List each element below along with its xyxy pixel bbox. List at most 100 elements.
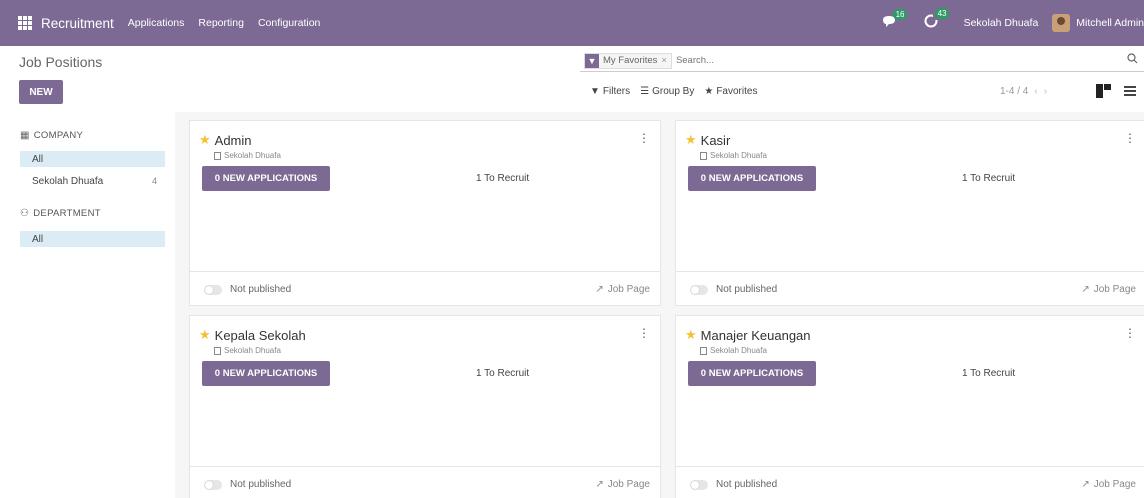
card-footer: Not published ↗ Job Page [676, 271, 1144, 307]
avatar[interactable] [1052, 14, 1071, 32]
job-card[interactable]: ★ Manajer Keuangan ⋮ Sekolah Dhuafa 0 NE… [675, 315, 1144, 498]
job-company-text: Sekolah Dhuafa [224, 151, 281, 160]
facet-close-icon[interactable]: × [661, 55, 671, 66]
facet-label: My Favorites [603, 55, 658, 66]
favorite-star-icon[interactable]: ★ [685, 327, 697, 343]
list-view-icon[interactable] [1124, 86, 1136, 97]
menu-configuration[interactable]: Configuration [258, 17, 320, 29]
job-title-text: Kepala Sekolah [214, 327, 306, 343]
favorite-star-icon[interactable]: ★ [685, 132, 697, 148]
job-page-link[interactable]: ↗ Job Page [595, 284, 650, 295]
pager-prev-icon[interactable]: ‹ [1034, 86, 1037, 97]
publish-toggle[interactable] [690, 284, 708, 295]
to-recruit-link[interactable]: 1 To Recruit [476, 173, 529, 184]
department-item-all[interactable]: All [20, 231, 165, 247]
job-page-label: Job Page [1093, 479, 1136, 490]
publish-toggle[interactable] [204, 479, 222, 490]
new-applications-button[interactable]: 0 NEW APPLICATIONS [688, 361, 816, 386]
card-footer: Not published ↗ Job Page [676, 466, 1144, 498]
company-item-all[interactable]: All [20, 151, 165, 167]
kanban-view-icon[interactable] [1096, 84, 1112, 98]
card-menu-icon[interactable]: ⋮ [638, 131, 650, 145]
users-icon: ⚇ [20, 208, 30, 219]
favorites-button[interactable]: ★ Favorites [704, 86, 757, 97]
new-applications-button[interactable]: 0 NEW APPLICATIONS [202, 166, 330, 191]
job-company: Sekolah Dhuafa [700, 151, 767, 160]
user-menu[interactable]: Mitchell Admin [1076, 17, 1144, 29]
card-menu-icon[interactable]: ⋮ [1124, 326, 1136, 340]
company-switcher[interactable]: Sekolah Dhuafa [964, 17, 1039, 29]
company-header: ▦ COMPANY [20, 130, 83, 141]
department-item-label: All [32, 233, 44, 245]
building-icon [214, 346, 221, 355]
menu-reporting[interactable]: Reporting [198, 17, 244, 29]
company-item-sekolah-dhuafa[interactable]: Sekolah Dhuafa 4 [20, 173, 165, 189]
company-header-label: COMPANY [33, 130, 84, 141]
job-company-text: Sekolah Dhuafa [710, 151, 767, 160]
pager: 1-4 / 4 ‹ › [1000, 86, 1047, 97]
job-title[interactable]: ★ Manajer Keuangan [685, 327, 811, 343]
job-card[interactable]: ★ Kasir ⋮ Sekolah Dhuafa 0 NEW APPLICATI… [675, 120, 1144, 306]
job-company-text: Sekolah Dhuafa [710, 346, 767, 355]
new-applications-button[interactable]: 0 NEW APPLICATIONS [688, 166, 816, 191]
publish-status: Not published [716, 284, 778, 295]
job-card[interactable]: ★ Kepala Sekolah ⋮ Sekolah Dhuafa 0 NEW … [189, 315, 661, 498]
search-facet: ▼ My Favorites × [584, 52, 672, 69]
job-title[interactable]: ★ Kasir [685, 132, 730, 148]
favorite-star-icon[interactable]: ★ [199, 327, 211, 343]
layers-icon: ☰ [640, 86, 650, 97]
favorite-star-icon[interactable]: ★ [199, 132, 211, 148]
search-bar: ▼ My Favorites × [580, 50, 1144, 72]
job-title-text: Admin [214, 132, 252, 148]
new-button[interactable]: NEW [19, 80, 63, 104]
to-recruit-link[interactable]: 1 To Recruit [962, 173, 1015, 184]
job-title-text: Manajer Keuangan [700, 327, 811, 343]
card-footer: Not published ↗ Job Page [190, 271, 660, 307]
groupby-label: Group By [652, 86, 695, 97]
favorites-label: Favorites [716, 86, 758, 97]
publish-status: Not published [230, 479, 292, 490]
job-title-text: Kasir [700, 132, 731, 148]
job-title[interactable]: ★ Admin [199, 132, 252, 148]
job-page-link[interactable]: ↗ Job Page [595, 479, 650, 490]
new-applications-button[interactable]: 0 NEW APPLICATIONS [202, 361, 330, 386]
publish-toggle[interactable] [690, 479, 708, 490]
to-recruit-link[interactable]: 1 To Recruit [962, 368, 1015, 379]
activities-badge: 43 [934, 8, 950, 19]
job-card[interactable]: ★ Admin ⋮ Sekolah Dhuafa 0 NEW APPLICATI… [189, 120, 661, 306]
pager-next-icon[interactable]: › [1044, 86, 1047, 97]
groupby-button[interactable]: ☰ Group By [640, 86, 694, 97]
apps-grid-icon[interactable] [18, 16, 32, 30]
card-menu-icon[interactable]: ⋮ [1124, 131, 1136, 145]
search-input[interactable] [675, 55, 1096, 66]
job-company: Sekolah Dhuafa [214, 151, 281, 160]
external-link-icon: ↗ [595, 479, 604, 490]
search-options: ▼ Filters ☰ Group By ★ Favorites [590, 86, 767, 97]
search-panel: ▦ COMPANY All Sekolah Dhuafa 4 ⚇ DEPARTM… [0, 112, 175, 498]
job-page-link[interactable]: ↗ Job Page [1081, 479, 1136, 490]
filters-label: Filters [602, 86, 631, 97]
funnel-icon: ▼ [590, 86, 600, 97]
job-page-label: Job Page [607, 479, 650, 490]
app-name[interactable]: Recruitment [41, 16, 114, 31]
filters-button[interactable]: ▼ Filters [590, 86, 630, 97]
activities-icon[interactable]: 43 [924, 8, 950, 32]
kanban-view: ★ Admin ⋮ Sekolah Dhuafa 0 NEW APPLICATI… [175, 112, 1144, 498]
page-title: Job Positions [19, 54, 103, 70]
department-header: ⚇ DEPARTMENT [20, 208, 101, 219]
job-page-link[interactable]: ↗ Job Page [1081, 284, 1136, 295]
menu-applications[interactable]: Applications [128, 17, 185, 29]
external-link-icon: ↗ [595, 284, 604, 295]
messages-icon[interactable]: 16 [882, 8, 908, 32]
star-icon: ★ [704, 86, 714, 97]
search-icon[interactable] [1127, 53, 1138, 67]
pager-value[interactable]: 1-4 / 4 [1000, 86, 1028, 97]
to-recruit-link[interactable]: 1 To Recruit [476, 368, 529, 379]
company-item-count: 4 [151, 176, 157, 186]
publish-toggle[interactable] [204, 284, 222, 295]
publish-status: Not published [230, 284, 292, 295]
job-company-text: Sekolah Dhuafa [224, 346, 281, 355]
job-company: Sekolah Dhuafa [214, 346, 281, 355]
card-menu-icon[interactable]: ⋮ [638, 326, 650, 340]
job-title[interactable]: ★ Kepala Sekolah [199, 327, 306, 343]
